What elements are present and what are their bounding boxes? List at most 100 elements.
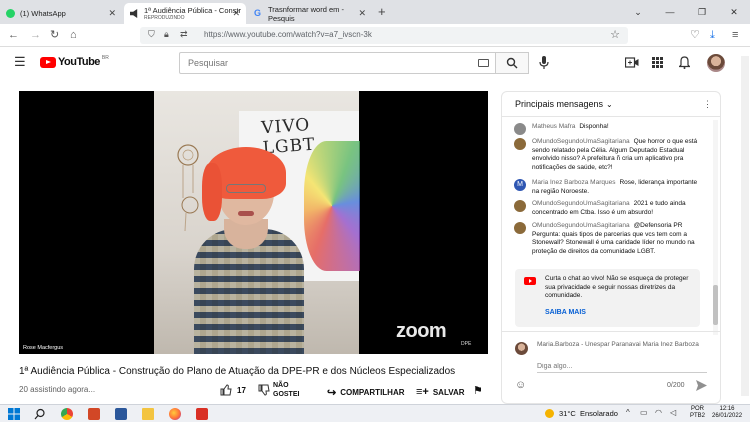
- thumbs-up-icon: [220, 384, 232, 396]
- keyboard-icon[interactable]: [478, 59, 489, 67]
- avatar: [514, 138, 526, 150]
- wifi-icon[interactable]: ◠: [655, 408, 662, 417]
- permissions-icon[interactable]: ⇄: [180, 29, 188, 40]
- search-icon: [506, 57, 518, 69]
- google-icon: G: [254, 8, 262, 18]
- acrobat-icon[interactable]: [196, 408, 208, 420]
- tab-youtube[interactable]: 1ª Audiência Pública - Constr REPRODUZIND…: [124, 3, 246, 24]
- youtube-play-icon: [40, 56, 56, 68]
- hamburger-menu-icon[interactable]: ☰: [14, 54, 26, 70]
- close-tab-icon[interactable]: ✕: [358, 8, 366, 19]
- word-icon[interactable]: [115, 408, 127, 420]
- menu-icon[interactable]: ≡: [732, 28, 738, 42]
- sun-weather-icon: [545, 409, 554, 418]
- create-video-icon[interactable]: [625, 57, 639, 68]
- download-icon[interactable]: ⤓: [710, 28, 715, 42]
- chat-message: M Maria Inez Barboza Marques Rose, lidera…: [514, 179, 700, 196]
- home-icon[interactable]: ⌂: [70, 28, 77, 42]
- url-text[interactable]: https://www.youtube.com/watch?v=a7_ivscn…: [204, 30, 372, 39]
- dislike-button[interactable]: NÃO GOSTEI: [258, 381, 305, 399]
- browser-tab-bar: (1) WhatsApp ✕ 1ª Audiência Pública - Co…: [0, 0, 750, 24]
- current-user-name: Maria.Barboza - Unespar Paranavai Maria …: [537, 341, 699, 348]
- report-flag-icon[interactable]: ⚑: [473, 384, 483, 397]
- emoji-icon[interactable]: ☺: [515, 379, 526, 391]
- tab-google-search[interactable]: G Trasnformar word em - Pesquis ✕: [248, 3, 372, 24]
- thumbs-down-icon: [258, 384, 270, 396]
- character-counter: 0/200: [667, 382, 685, 389]
- zoom-corner-label: DPE: [461, 341, 472, 347]
- close-tab-icon[interactable]: ✕: [108, 8, 116, 19]
- video-title: 1ª Audiência Pública - Construção do Pla…: [19, 366, 456, 377]
- windows-start-icon[interactable]: [8, 408, 20, 420]
- network-icon[interactable]: ▭: [640, 408, 648, 417]
- notifications-bell-icon[interactable]: [679, 56, 690, 69]
- pocket-icon[interactable]: ♡: [690, 28, 700, 42]
- avatar: [514, 222, 526, 234]
- tray-overflow-icon[interactable]: ^: [626, 408, 630, 417]
- more-options-icon[interactable]: ⋮: [703, 99, 712, 110]
- youtube-icon: [524, 277, 536, 285]
- zoom-watermark: zoom: [396, 320, 447, 342]
- whatsapp-icon: [6, 9, 15, 18]
- temperature[interactable]: 31°C: [559, 409, 576, 418]
- input-language[interactable]: POR PTB2: [690, 406, 705, 420]
- search-box[interactable]: [179, 52, 496, 74]
- user-avatar: [515, 342, 528, 355]
- back-icon[interactable]: ←: [8, 28, 19, 42]
- lock-icon[interactable]: 🔒︎: [164, 29, 169, 40]
- system-clock[interactable]: 12:16 26/01/2022: [712, 406, 742, 420]
- chat-notice-card: Curta o chat ao vivo! Não se esqueça de …: [515, 269, 700, 327]
- viewer-count: 20 assistindo agora...: [19, 385, 96, 394]
- microphone-icon[interactable]: [539, 56, 549, 70]
- close-tab-icon[interactable]: ✕: [232, 8, 240, 19]
- speaker-icon: [130, 9, 138, 18]
- address-bar[interactable]: ⛉ 🔒︎ ⇄ https://www.youtube.com/watch?v=a…: [140, 27, 628, 44]
- avatar: [514, 200, 526, 212]
- weather-status[interactable]: Ensolarado: [580, 409, 618, 418]
- close-window-button[interactable]: ✕: [718, 0, 750, 24]
- chat-message-input[interactable]: [537, 360, 707, 373]
- send-icon[interactable]: [696, 380, 707, 391]
- like-button[interactable]: 17: [220, 384, 246, 396]
- chat-mode-dropdown[interactable]: Principais mensagens ⌄: [515, 99, 613, 109]
- chevron-down-icon: ⌄: [606, 99, 613, 109]
- shield-icon[interactable]: ⛉: [148, 29, 155, 40]
- search-icon[interactable]: [34, 408, 46, 420]
- share-button[interactable]: ↪ COMPARTILHAR: [327, 386, 405, 399]
- account-avatar[interactable]: [707, 54, 725, 72]
- maximize-button[interactable]: ❐: [686, 0, 718, 24]
- page-scrollbar[interactable]: [741, 56, 749, 396]
- firefox-icon[interactable]: [169, 408, 181, 420]
- video-player[interactable]: VIVO LGBT zoom DPE Rose Macfergus: [19, 91, 488, 354]
- dreamcatcher-decoration: [177, 144, 199, 232]
- file-explorer-icon[interactable]: [142, 408, 154, 420]
- learn-more-link[interactable]: SAIBA MAIS: [545, 309, 586, 316]
- volume-icon[interactable]: ◁: [670, 408, 676, 417]
- new-tab-button[interactable]: +: [378, 4, 386, 19]
- tabs-list-icon[interactable]: ⌄: [622, 0, 654, 24]
- avatar: M: [514, 179, 526, 191]
- apps-grid-icon[interactable]: [652, 57, 663, 68]
- chat-message: OMundoSegundoUmaSagitariana Que horror o …: [514, 138, 700, 172]
- avatar: [514, 123, 526, 135]
- add-to-playlist-icon: ≡+: [416, 386, 429, 398]
- powerpoint-icon[interactable]: [88, 408, 100, 420]
- search-input[interactable]: [180, 53, 440, 73]
- search-button[interactable]: [496, 52, 529, 74]
- chrome-icon[interactable]: [61, 408, 73, 420]
- windows-taskbar: 31°C Ensolarado ^ ▭ ◠ ◁ POR PTB2 12:16 2…: [0, 404, 750, 422]
- chat-scrollbar-thumb[interactable]: [713, 285, 718, 325]
- chat-message: OMundoSegundoUmaSagitariana 2021 e tudo a…: [514, 200, 700, 217]
- youtube-header: ☰ YouTube BR: [0, 47, 750, 79]
- speaker-name-label: Rose Macfergus: [21, 344, 66, 352]
- chat-message: Matheus Mafra Disponha!: [514, 123, 700, 135]
- save-button[interactable]: ≡+ SALVAR: [416, 386, 465, 398]
- forward-icon[interactable]: →: [30, 28, 41, 42]
- bookmark-star-icon[interactable]: ☆: [610, 28, 620, 41]
- minimize-button[interactable]: —: [654, 0, 686, 24]
- youtube-logo[interactable]: YouTube BR: [40, 55, 109, 68]
- tab-whatsapp[interactable]: (1) WhatsApp ✕: [0, 3, 122, 24]
- chat-scrollbar[interactable]: [713, 120, 718, 335]
- live-chat-panel: Principais mensagens ⌄ ⋮ Matheus Mafra Di…: [501, 91, 721, 404]
- reload-icon[interactable]: ↻: [50, 28, 59, 42]
